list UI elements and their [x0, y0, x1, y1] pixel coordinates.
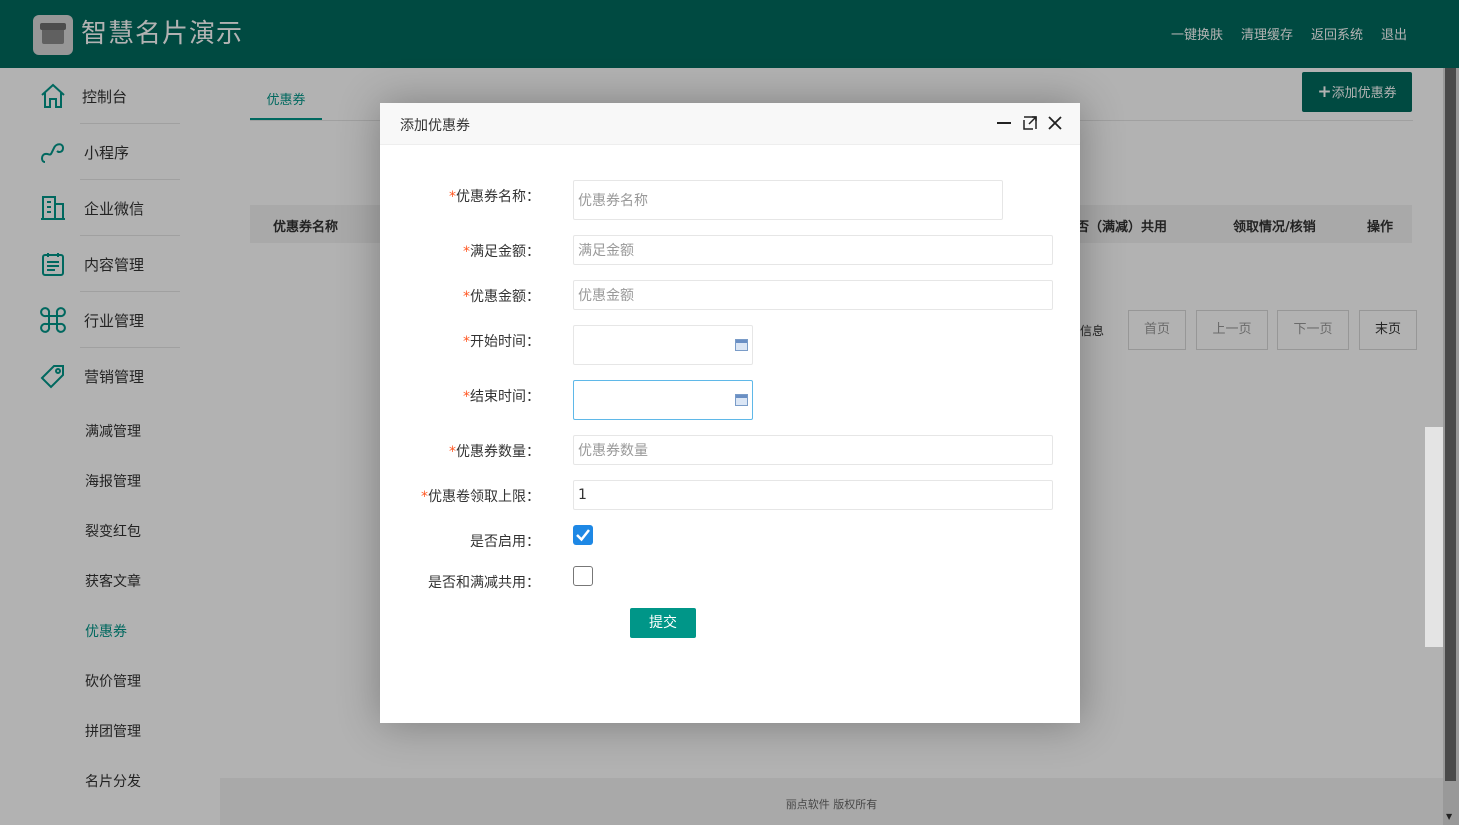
threshold-input[interactable]: 满足金额 — [573, 235, 1053, 265]
share-checkbox[interactable] — [573, 566, 593, 586]
discount-label: *优惠金额： — [463, 289, 540, 305]
start-time-label: *开始时间： — [463, 334, 540, 350]
maximize-icon[interactable] — [1022, 115, 1038, 131]
limit-input[interactable]: 1 — [573, 480, 1053, 510]
side-panel — [1425, 427, 1443, 647]
dialog-title: 添加优惠券 — [400, 118, 470, 134]
minimize-icon[interactable] — [996, 115, 1012, 131]
calendar-icon[interactable] — [735, 339, 748, 351]
add-coupon-dialog: 添加优惠券 *优惠券名称： 优惠券名称 *满足金额： 满足金额 *优惠金额： 优… — [380, 103, 1080, 723]
submit-button[interactable]: 提交 — [630, 608, 696, 638]
start-time-input[interactable] — [573, 325, 753, 365]
close-icon[interactable] — [1047, 115, 1063, 131]
enabled-checkbox[interactable] — [573, 525, 593, 545]
quantity-input[interactable]: 优惠券数量 — [573, 435, 1053, 465]
threshold-label: *满足金额： — [463, 244, 540, 260]
coupon-name-input[interactable]: 优惠券名称 — [573, 180, 1003, 220]
coupon-name-label: *优惠券名称： — [449, 189, 540, 205]
checkmark-icon — [576, 529, 590, 542]
share-label: 是否和满减共用： — [428, 575, 540, 591]
quantity-label: *优惠券数量： — [449, 444, 540, 460]
calendar-icon[interactable] — [735, 394, 748, 406]
limit-label: *优惠卷领取上限： — [421, 489, 540, 505]
dialog-header: 添加优惠券 — [380, 103, 1080, 145]
enabled-label: 是否启用： — [470, 534, 540, 550]
end-time-label: *结束时间： — [463, 389, 540, 405]
end-time-input[interactable] — [573, 380, 753, 420]
discount-input[interactable]: 优惠金额 — [573, 280, 1053, 310]
